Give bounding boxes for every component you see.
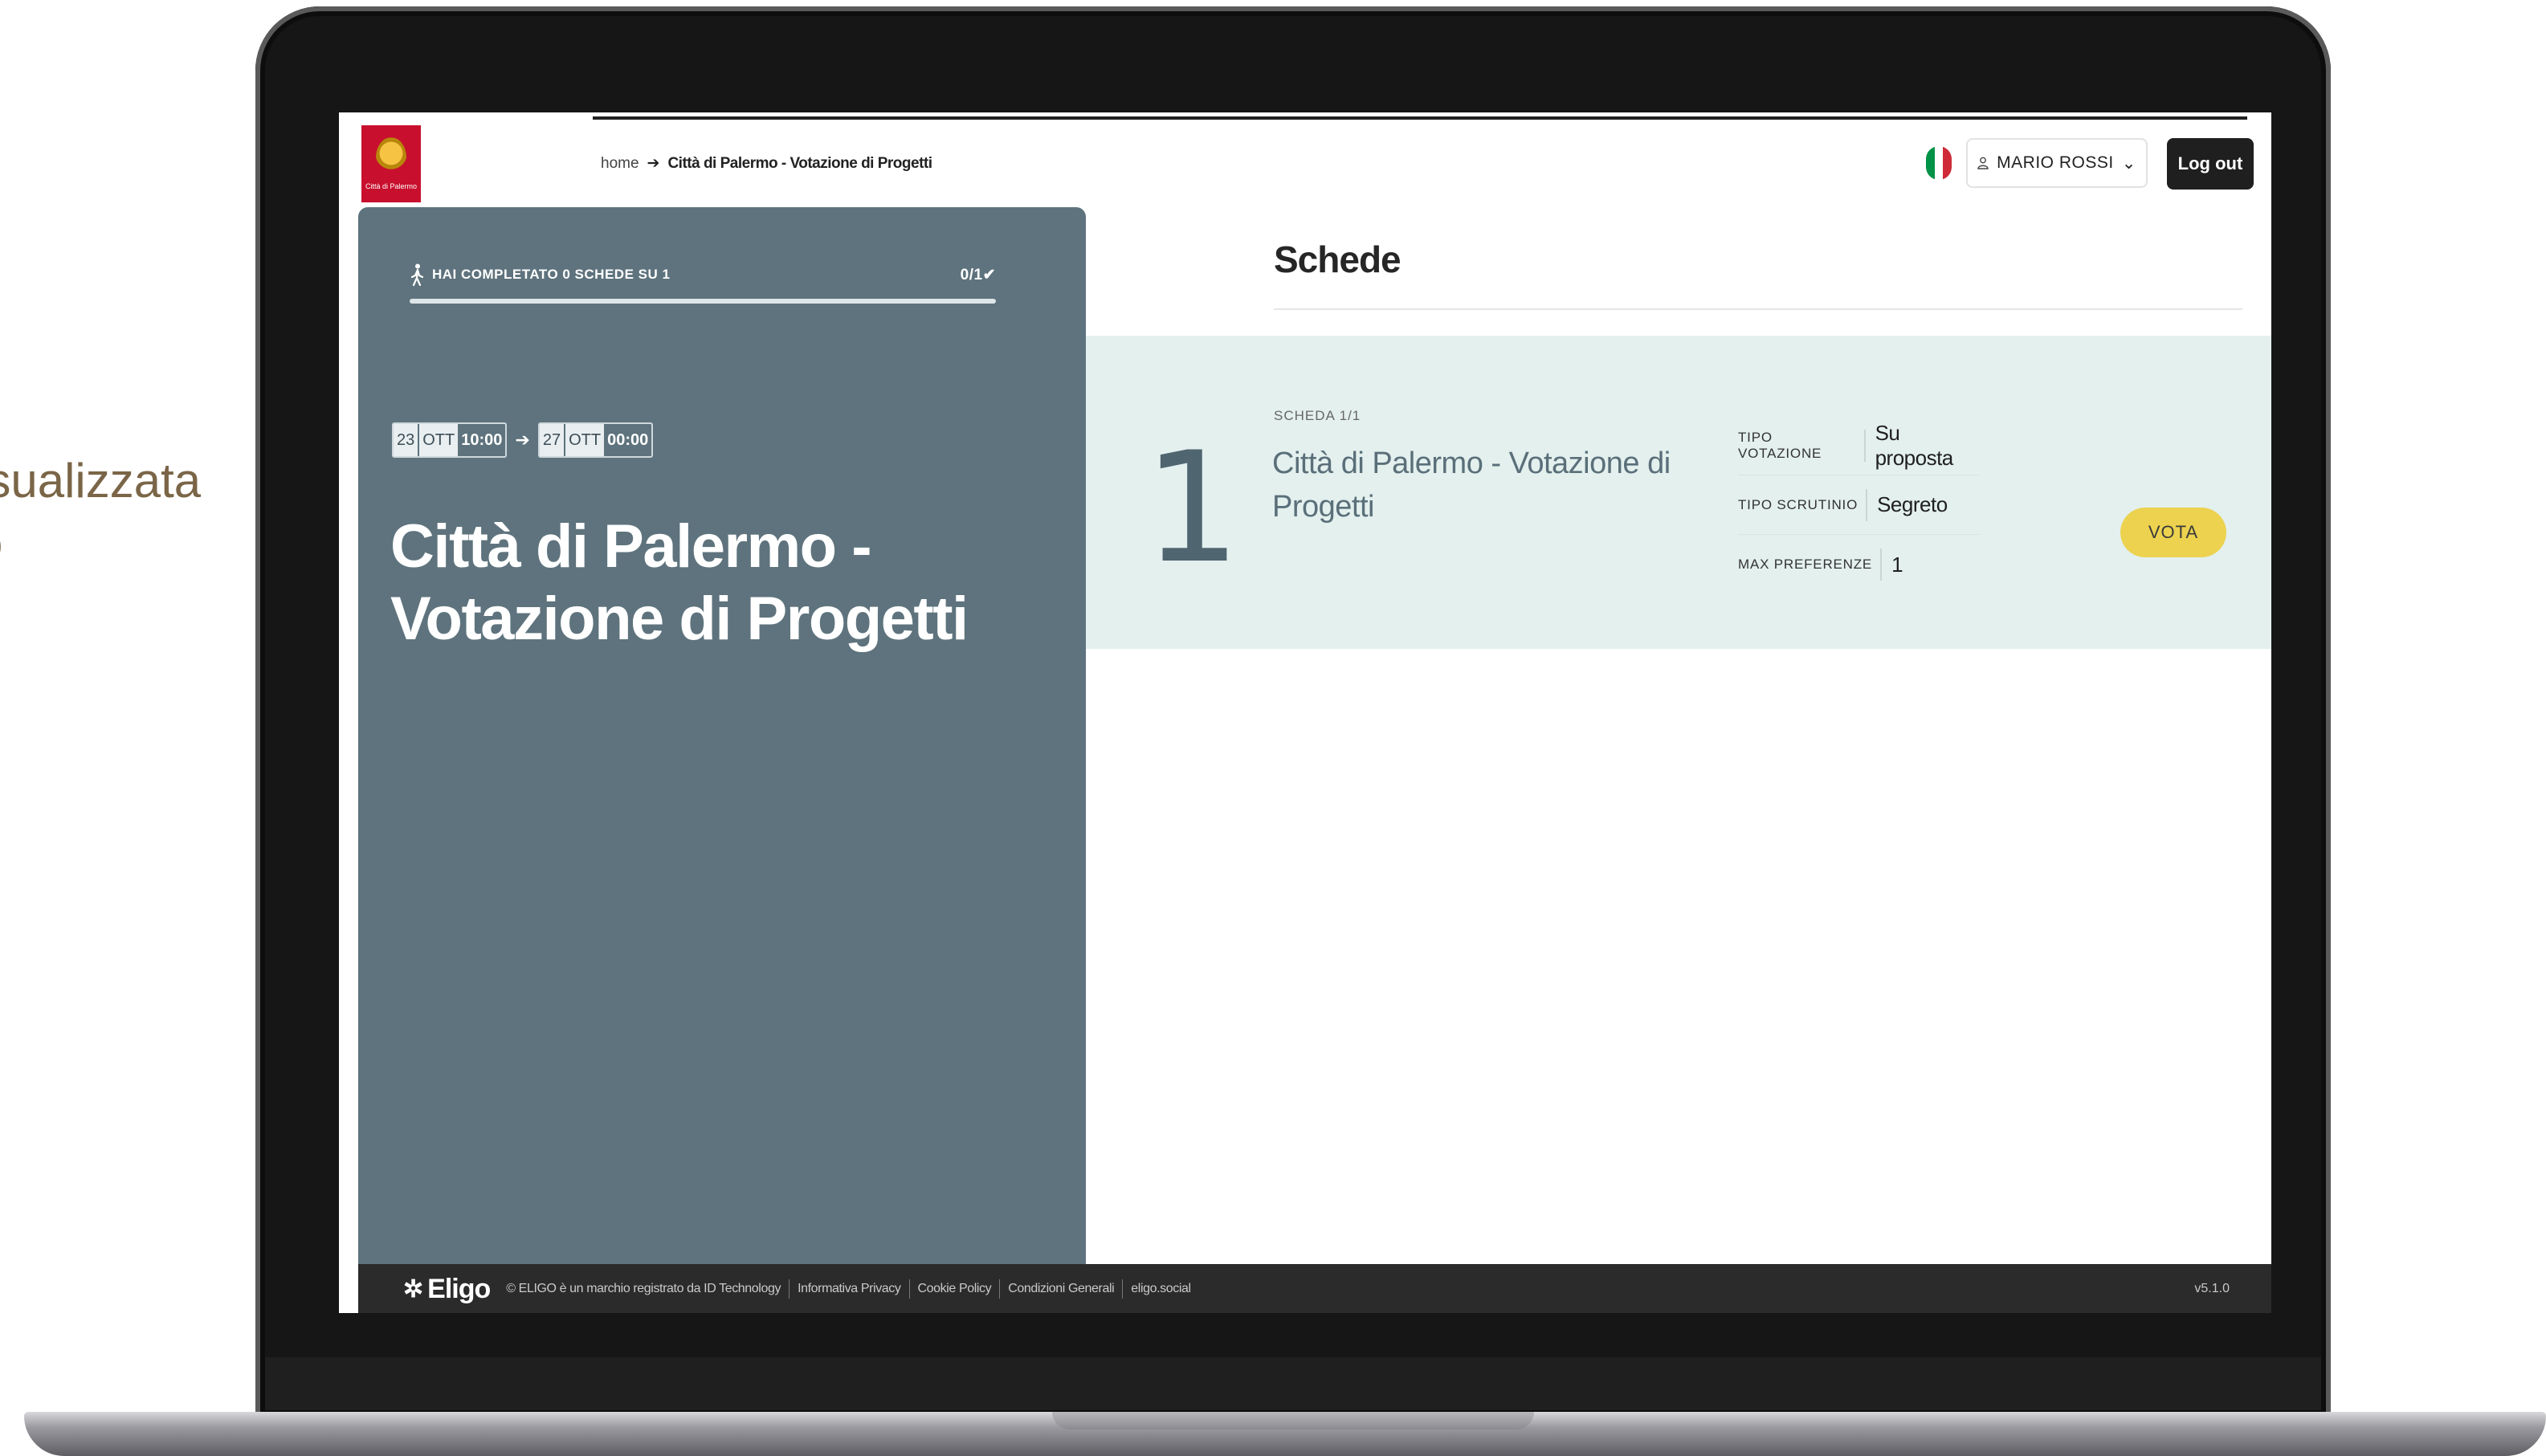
logo-text: Città di Palermo bbox=[365, 182, 418, 190]
copyright-text: © ELIGO è un marchio registrato da ID Te… bbox=[506, 1282, 781, 1295]
breadcrumb: home ➔ Città di Palermo - Votazione di P… bbox=[601, 154, 932, 173]
flag-white-stripe bbox=[1934, 146, 1944, 180]
privacy-link[interactable]: Informativa Privacy bbox=[798, 1282, 901, 1296]
start-time: 10:00 bbox=[461, 430, 503, 449]
end-day: 27 bbox=[539, 424, 565, 456]
italian-flag-icon[interactable] bbox=[1926, 146, 1952, 180]
arrow-right-icon: ➔ bbox=[515, 430, 530, 450]
cookie-policy-link[interactable]: Cookie Policy bbox=[918, 1282, 992, 1296]
footer-separator bbox=[999, 1279, 1001, 1299]
slide-caption-line2: o bbox=[0, 512, 201, 575]
slide-caption: isualizzata o bbox=[0, 450, 201, 575]
user-menu-button[interactable]: MARIO ROSSI ⌄ bbox=[1966, 138, 2148, 188]
progress-row: HAI COMPLETATO 0 SCHEDE SU 1 0/1✔ bbox=[410, 263, 996, 286]
eligo-logo[interactable]: ✲ Eligo bbox=[403, 1273, 491, 1305]
meta-value: 1 bbox=[1891, 552, 1903, 577]
progress-count: 0/1✔ bbox=[960, 266, 996, 283]
breadcrumb-current: Città di Palermo - Votazione di Progetti bbox=[667, 154, 932, 172]
meta-label: TIPO SCRUTINIO bbox=[1738, 488, 1868, 521]
progress-bar bbox=[410, 299, 996, 304]
start-month: OTT bbox=[418, 424, 459, 456]
eligo-star-icon: ✲ bbox=[403, 1275, 423, 1303]
slide-caption-line1: isualizzata bbox=[0, 454, 202, 508]
end-month: OTT bbox=[564, 424, 605, 456]
laptop-bezel bbox=[265, 1357, 2321, 1410]
laptop-notch bbox=[1052, 1412, 1534, 1429]
city-logo[interactable]: Città di Palermo bbox=[361, 125, 421, 202]
eligo-social-link[interactable]: eligo.social bbox=[1131, 1282, 1191, 1296]
election-title: Città di Palermo - Votazione di Progetti bbox=[390, 512, 969, 653]
meta-value: Su proposta bbox=[1875, 420, 1954, 470]
end-date: 27 OTT 00:00 bbox=[537, 422, 654, 458]
title-divider bbox=[1274, 308, 2242, 310]
ballot-title: Città di Palermo - Votazione di Progetti bbox=[1272, 447, 1671, 524]
top-divider bbox=[593, 116, 2247, 120]
chevron-down-icon: ⌄ bbox=[2121, 153, 2136, 173]
vote-button[interactable]: VOTA bbox=[2120, 508, 2226, 557]
breadcrumb-home-link[interactable]: home bbox=[601, 155, 639, 173]
progress-label: HAI COMPLETATO 0 SCHEDE SU 1 bbox=[432, 267, 671, 282]
footer-separator bbox=[1122, 1279, 1124, 1299]
walking-person-icon bbox=[410, 263, 424, 286]
user-icon bbox=[1977, 157, 1989, 169]
ballot-subtitle: SCHEDA 1/1 bbox=[1274, 408, 1361, 423]
logout-button[interactable]: Log out bbox=[2167, 138, 2254, 190]
user-name: MARIO ROSSI bbox=[1997, 153, 2114, 172]
ballot-meta: TIPO VOTAZIONE Su proposta TIPO SCRUTINI… bbox=[1738, 416, 1979, 594]
election-panel bbox=[358, 207, 1086, 1313]
arrow-right-icon: ➔ bbox=[647, 155, 660, 172]
start-date: 23 OTT 10:00 bbox=[392, 422, 508, 458]
ballot-number: 1 bbox=[1144, 419, 1241, 597]
footer-separator bbox=[789, 1279, 790, 1299]
meta-row-max-preferenze: MAX PREFERENZE 1 bbox=[1738, 535, 1979, 594]
brand-name: Eligo bbox=[427, 1273, 491, 1304]
meta-label: MAX PREFERENZE bbox=[1738, 549, 1883, 581]
date-range: 23 OTT 10:00 ➔ 27 OTT 00:00 bbox=[392, 422, 654, 458]
footer-separator bbox=[908, 1279, 910, 1299]
meta-label: TIPO VOTAZIONE bbox=[1738, 429, 1866, 462]
screen: Città di Palermo home ➔ Città di Palermo… bbox=[339, 112, 2271, 1313]
meta-row-tipo-votazione: TIPO VOTAZIONE Su proposta bbox=[1738, 416, 1979, 475]
meta-value: Segreto bbox=[1877, 492, 1948, 516]
ballot-card: 1 SCHEDA 1/1 Città di Palermo - Votazion… bbox=[1086, 336, 2271, 649]
app-version: v5.1.0 bbox=[2194, 1282, 2230, 1295]
terms-link[interactable]: Condizioni Generali bbox=[1008, 1282, 1114, 1296]
page-title: Schede bbox=[1274, 239, 1402, 280]
footer: ✲ Eligo © ELIGO è un marchio registrato … bbox=[358, 1264, 2271, 1313]
flag-red-stripe bbox=[1943, 146, 1952, 180]
start-day: 23 bbox=[394, 424, 418, 456]
end-time: 00:00 bbox=[607, 430, 649, 449]
coat-of-arms-icon bbox=[376, 137, 406, 177]
meta-row-tipo-scrutinio: TIPO SCRUTINIO Segreto bbox=[1738, 475, 1979, 535]
flag-green-stripe bbox=[1926, 146, 1935, 180]
